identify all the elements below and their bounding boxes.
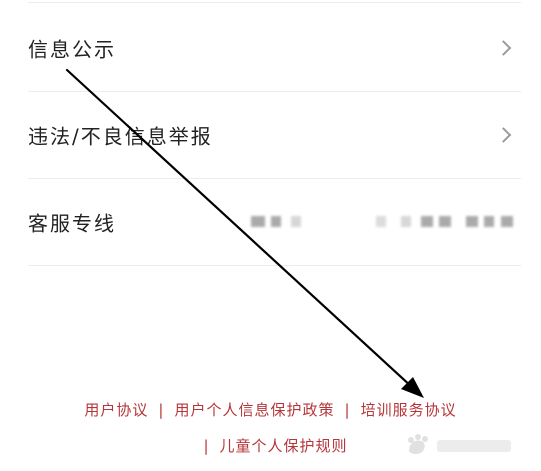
footer-separator: | <box>344 401 351 419</box>
footer-link-privacy-policy[interactable]: 用户个人信息保护政策 <box>174 401 334 419</box>
chevron-right-icon <box>495 127 512 143</box>
top-divider <box>28 2 521 3</box>
menu-item-info-disclosure[interactable]: 信息公示 <box>28 5 521 92</box>
annotation-arrow-head <box>401 377 424 398</box>
menu-item-label: 违法/不良信息举报 <box>28 124 213 149</box>
footer-links-row-1: 用户协议 | 用户个人信息保护政策 | 培训服务协议 <box>0 399 541 420</box>
footer-separator: | <box>158 401 165 419</box>
settings-page: 信息公示 违法/不良信息举报 客服专线 用户协议 | 用户个人信息保护政策 | 培训服务… <box>0 0 541 471</box>
footer-link-training-service-agreement[interactable]: 培训服务协议 <box>361 401 457 419</box>
phone-number-redacted <box>251 212 521 232</box>
chevron-right-icon <box>495 40 512 56</box>
footer-link-child-protection-rules[interactable]: 儿童个人保护规则 <box>220 437 348 455</box>
baidu-watermark-logo <box>408 434 511 454</box>
menu-item-report-illegal-info[interactable]: 违法/不良信息举报 <box>28 92 521 179</box>
menu-item-label: 客服专线 <box>28 211 116 236</box>
footer-link-user-agreement[interactable]: 用户协议 <box>84 401 148 419</box>
menu-item-customer-service-hotline[interactable]: 客服专线 <box>28 179 521 266</box>
menu-item-label: 信息公示 <box>28 37 116 62</box>
footer-separator: | <box>203 437 210 455</box>
